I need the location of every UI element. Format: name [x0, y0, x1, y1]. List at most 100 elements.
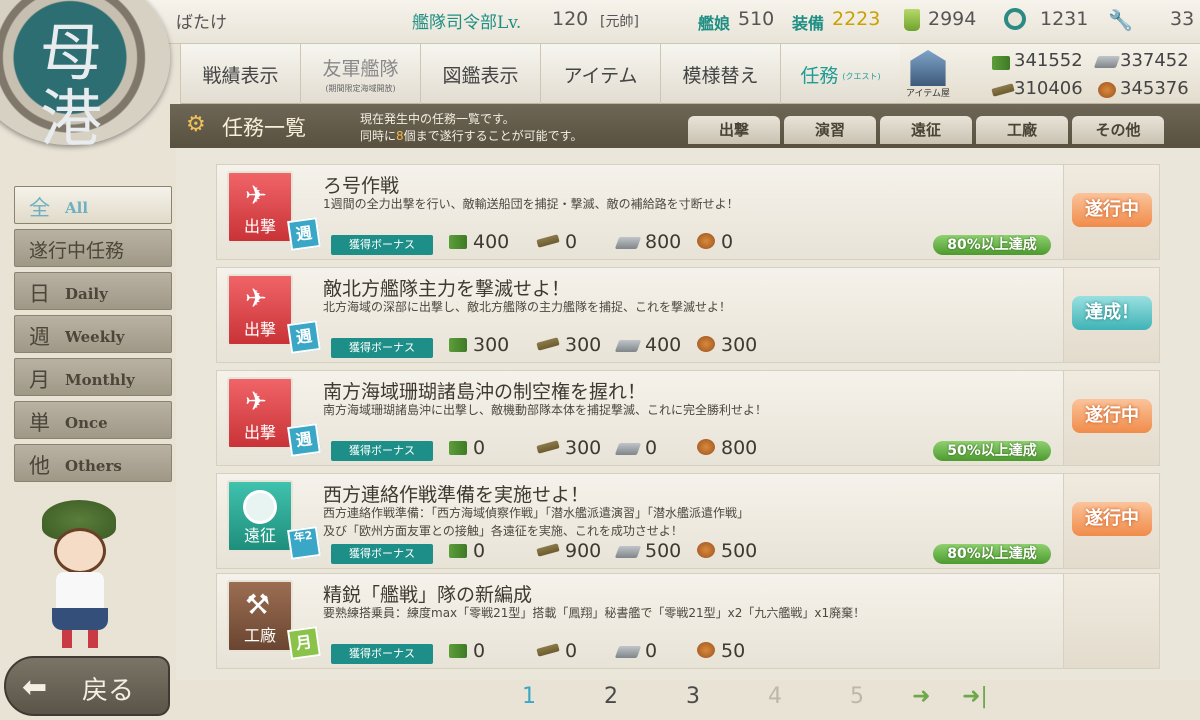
- tab-exercise-label: 演習: [814, 121, 845, 139]
- equip-label: 装備: [792, 14, 825, 33]
- reward-steel-value: 800: [645, 231, 682, 253]
- reward-steel-value: 500: [645, 540, 682, 562]
- filter-others-en: Others: [65, 457, 122, 475]
- quest-info-pre: 同時に: [360, 129, 397, 143]
- filter-once[interactable]: 単 Once: [14, 401, 172, 439]
- state-badge: 遂行中: [1072, 502, 1152, 536]
- bonus-label: 獲得ボーナス: [331, 338, 433, 358]
- filter-in-progress[interactable]: 遂行中任務: [14, 229, 172, 267]
- plane-icon: ✈: [245, 181, 267, 211]
- page-5-button[interactable]: 5: [850, 684, 864, 709]
- resource-panel: アイテム屋 341552 337452 310406 345376: [900, 44, 1200, 104]
- page-3-button[interactable]: 3: [686, 684, 700, 709]
- reward-steel-value: 0: [645, 640, 658, 662]
- player-name: ばたけ: [176, 13, 227, 33]
- state-column: 遂行中: [1063, 165, 1159, 259]
- menu-record[interactable]: 戦績表示: [180, 44, 300, 104]
- quest-description: 西方連絡作戦準備：「西方海域偵察作戦」「潜水艦派遣演習」「潜水艦派遣作戦」 及び「…: [323, 504, 749, 540]
- menu-item[interactable]: アイテム: [540, 44, 660, 104]
- reward-fuel: 0: [449, 437, 485, 459]
- quest-row[interactable]: ✈ 出撃 週 敵北方艦隊主力を撃滅せよ！ 北方海域の深部に出撃し、敵北方艦隊の主力…: [216, 267, 1160, 363]
- filter-others[interactable]: 他 Others: [14, 444, 172, 482]
- reward-fuel-value: 0: [473, 640, 486, 662]
- reward-fuel-value: 300: [473, 334, 510, 356]
- bauxite-icon: [697, 439, 715, 455]
- tab-exercise[interactable]: 演習: [784, 116, 876, 144]
- port-emblem[interactable]: 母港: [0, 0, 170, 152]
- progress-badge: 80%以上達成: [933, 235, 1051, 255]
- quest-row[interactable]: ✈ 出撃 週 南方海域珊瑚諸島沖の制空権を握れ！ 南方海域珊瑚諸島沖に出撃し、敵機…: [216, 370, 1160, 466]
- quest-title: ろ号作戦: [323, 175, 400, 197]
- quest-row[interactable]: 遠征 年2 西方連絡作戦準備を実施せよ！ 西方連絡作戦準備：「西方海域偵察作戦」…: [216, 473, 1160, 569]
- next-page-icon[interactable]: ➜: [912, 684, 930, 709]
- quest-description: 1週間の全力出撃を行い、敵輸送船団を捕捉・撃滅、敵の補給路を寸断せよ！: [323, 197, 739, 211]
- bauxite-icon: [697, 233, 715, 249]
- back-button[interactable]: ⬅ 戻る: [4, 656, 170, 716]
- hq-level-label: 艦隊司令部Lv.: [412, 13, 522, 33]
- tab-arsenal[interactable]: 工廠: [976, 116, 1068, 144]
- menu-item-label: アイテム: [563, 64, 638, 87]
- reward-steel: 0: [614, 437, 657, 459]
- tab-expedition[interactable]: 遠征: [880, 116, 972, 144]
- page-4-button[interactable]: 4: [768, 684, 782, 709]
- quest-info-line2: 同時に8個まで遂行することが可能です。: [360, 127, 582, 144]
- filter-daily-en: Daily: [65, 285, 108, 303]
- page-1-button[interactable]: 1: [522, 684, 536, 709]
- reward-fuel-value: 400: [473, 231, 510, 253]
- category-badge: ✈ 出撃: [227, 274, 293, 346]
- ammo-amount: 310406: [1014, 78, 1083, 99]
- tab-others[interactable]: その他: [1072, 116, 1164, 144]
- category-label: 出撃: [243, 217, 276, 236]
- reward-ammo-value: 300: [565, 334, 602, 356]
- tab-sortie[interactable]: 出撃: [688, 116, 780, 144]
- main-menu: 戦績表示 友軍艦隊 (期間限定海域開放) 図鑑表示 アイテム 模様替え 任務 (クエ…: [180, 44, 900, 104]
- category-label: 出撃: [243, 320, 276, 339]
- ammo-icon: [991, 83, 1015, 97]
- reward-ammo: 0: [536, 231, 577, 253]
- ammo-icon: [536, 337, 560, 351]
- filter-monthly[interactable]: 月 Monthly: [14, 358, 172, 396]
- filter-all[interactable]: 全 All: [14, 186, 172, 224]
- filter-weekly-kanji: 週: [29, 325, 50, 349]
- quest-row[interactable]: ⚒ 工廠 月 精鋭「艦戦」隊の新編成 要熟練搭乗員：練度max「零戦21型」搭載「…: [216, 573, 1160, 669]
- reward-bauxite: 500: [697, 540, 757, 562]
- tab-others-label: その他: [1095, 121, 1141, 139]
- reward-bauxite: 300: [697, 334, 757, 356]
- ammo-icon: [536, 234, 560, 248]
- equip-count: 2223: [832, 8, 881, 30]
- reward-fuel: 0: [449, 540, 485, 562]
- quest-description: 南方海域珊瑚諸島沖に出撃し、敵機動部隊本体を捕捉撃滅、これに完全勝利せよ！: [323, 403, 768, 417]
- compass-icon: [243, 490, 277, 524]
- state-column: 遂行中: [1063, 371, 1159, 465]
- reward-steel-value: 400: [645, 334, 682, 356]
- menu-friend-fleet[interactable]: 友軍艦隊 (期間限定海域開放): [300, 44, 420, 104]
- category-badge: ⚒ 工廠: [227, 580, 293, 652]
- menu-furniture[interactable]: 模様替え: [660, 44, 780, 104]
- page-2-button[interactable]: 2: [604, 684, 618, 709]
- filter-weekly[interactable]: 週 Weekly: [14, 315, 172, 353]
- port-emblem-glyph: 母港: [40, 16, 103, 155]
- menu-quest-sub: (クエスト): [842, 71, 881, 81]
- gear-icon: ⚙: [186, 112, 206, 137]
- bauxite-icon: [697, 542, 715, 558]
- bonus-label: 獲得ボーナス: [331, 644, 433, 664]
- item-shop-icon[interactable]: [910, 50, 946, 86]
- steel-icon: [614, 340, 642, 352]
- last-page-icon[interactable]: ➜|: [962, 684, 988, 709]
- screw-count: 33: [1170, 8, 1195, 30]
- menu-furniture-label: 模様替え: [682, 64, 759, 87]
- fuel-icon: [449, 338, 467, 352]
- menu-friend-fleet-label: 友軍艦隊: [322, 58, 399, 80]
- menu-album[interactable]: 図鑑表示: [420, 44, 540, 104]
- menu-quest[interactable]: 任務 (クエスト): [780, 44, 900, 104]
- rank: [元帥]: [600, 14, 639, 30]
- quest-row[interactable]: ✈ 出撃 週 ろ号作戦 1週間の全力出撃を行い、敵輸送船団を捕捉・撃滅、敵の補給路…: [216, 164, 1160, 260]
- filter-daily[interactable]: 日 Daily: [14, 272, 172, 310]
- reward-fuel: 400: [449, 231, 509, 253]
- ships-count: 510: [738, 8, 775, 30]
- steel-icon: [1093, 56, 1121, 68]
- plane-icon: ✈: [245, 387, 267, 417]
- quest-title: 精鋭「艦戦」隊の新編成: [323, 584, 533, 606]
- ammo-icon: [536, 543, 560, 557]
- reward-ammo: 300: [536, 334, 602, 356]
